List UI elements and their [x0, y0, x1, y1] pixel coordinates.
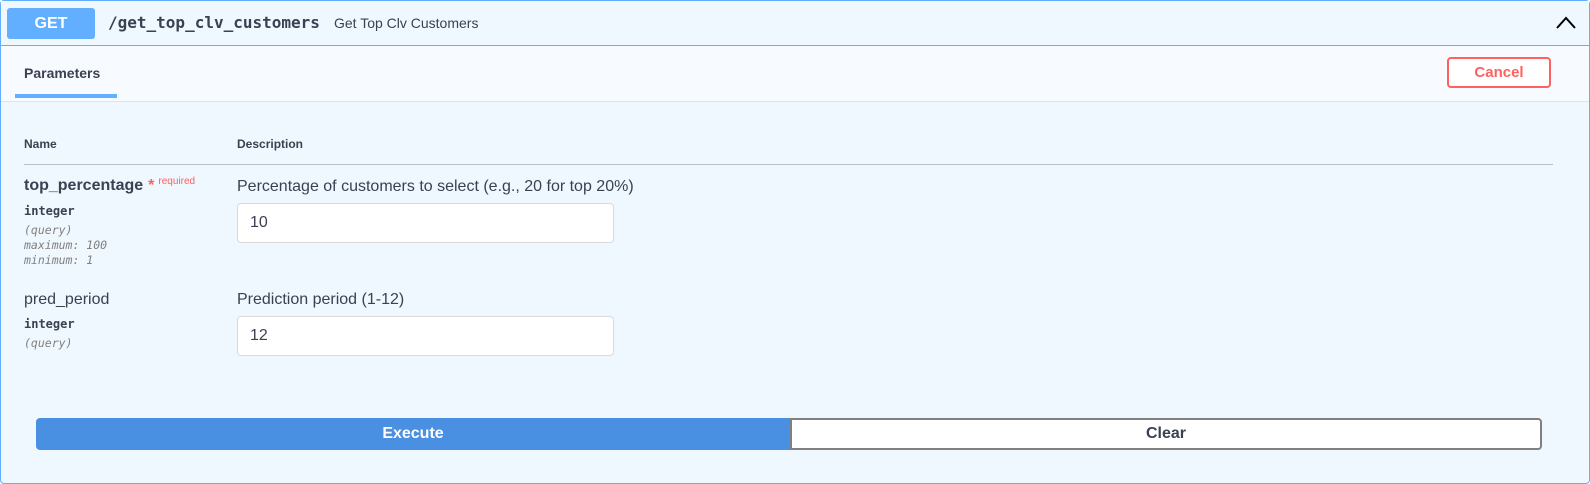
param-location: (query): [24, 223, 73, 237]
column-header-description: Description: [237, 137, 304, 151]
param-location: (query): [24, 336, 73, 350]
operation-block: GET /get_top_clv_customers Get Top Clv C…: [0, 0, 1590, 484]
operation-summary[interactable]: GET /get_top_clv_customers Get Top Clv C…: [1, 1, 1589, 46]
param-type: integer: [24, 317, 75, 331]
tab-parameters[interactable]: Parameters: [24, 65, 100, 81]
param-name-label: top_percentage: [24, 177, 144, 194]
execute-button[interactable]: Execute: [36, 418, 790, 450]
param-description: Percentage of customers to select (e.g.,…: [237, 178, 634, 195]
param-name-top-percentage: top_percentage * required: [24, 176, 196, 195]
param-description: Prediction period (1-12): [237, 291, 405, 308]
pred-period-input[interactable]: 12: [237, 316, 614, 356]
top-percentage-input[interactable]: 10: [237, 203, 614, 243]
param-type: integer: [24, 204, 75, 218]
table-header-divider: [24, 164, 1553, 165]
execute-wrapper: Execute Clear: [36, 418, 1542, 450]
param-maximum: maximum: 100: [24, 238, 108, 252]
required-label: required: [158, 176, 196, 187]
param-minimum: minimum: 1: [24, 253, 94, 267]
cancel-button[interactable]: Cancel: [1447, 57, 1551, 88]
required-star: *: [148, 177, 155, 194]
http-method-badge: GET: [7, 8, 95, 39]
parameters-header: Parameters Cancel: [1, 46, 1589, 102]
endpoint-path: /get_top_clv_customers: [108, 13, 320, 32]
column-header-name: Name: [24, 137, 57, 151]
chevron-up-icon[interactable]: [1555, 13, 1577, 31]
clear-button[interactable]: Clear: [790, 418, 1542, 450]
tab-active-indicator: [15, 94, 117, 98]
param-name-pred-period: pred_period: [24, 291, 110, 308]
operation-summary-text: Get Top Clv Customers: [334, 15, 479, 31]
